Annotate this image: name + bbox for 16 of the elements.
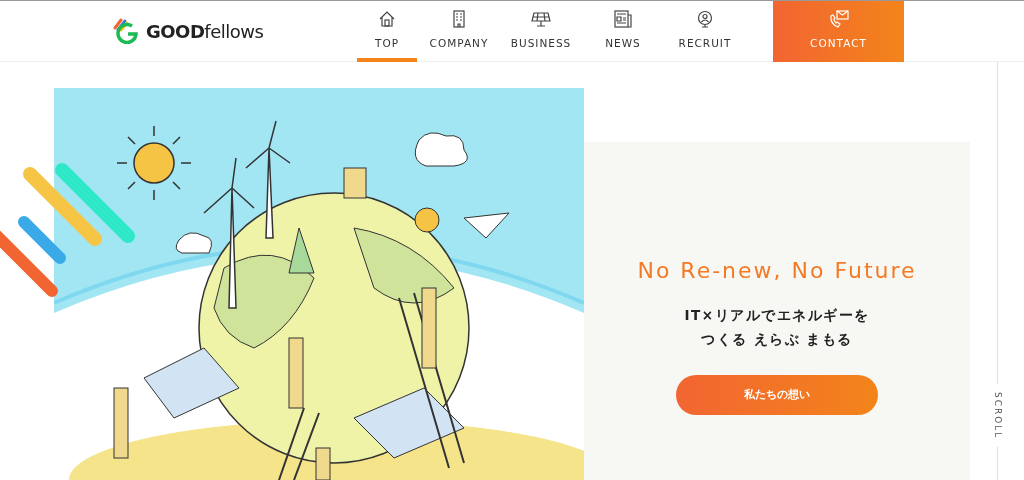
nav-tab[interactable]: TOP xyxy=(357,0,417,62)
person-badge-icon xyxy=(696,10,714,29)
hero-tagline: IT×リアルでエネルギーを xyxy=(684,306,870,325)
hero-title: No Re-new, No Future xyxy=(637,257,917,285)
house-icon xyxy=(378,10,396,29)
building-icon xyxy=(450,10,468,29)
nav-tab[interactable]: COMPANY xyxy=(419,0,499,62)
scroll-indicator-text[interactable]: SCROLL xyxy=(990,392,1004,440)
solar-panel-icon xyxy=(531,10,551,29)
phone-mail-icon xyxy=(828,10,849,29)
nav-tab[interactable]: BUSINESS xyxy=(501,0,581,62)
newspaper-icon xyxy=(614,10,632,29)
nav-tab[interactable]: NEWS xyxy=(583,0,663,62)
hero-tagline: つくる えらぶ まもる xyxy=(701,330,853,349)
logo-text[interactable]: GOODfellows xyxy=(146,17,264,45)
nav-tab[interactable]: RECRUIT xyxy=(665,0,745,62)
